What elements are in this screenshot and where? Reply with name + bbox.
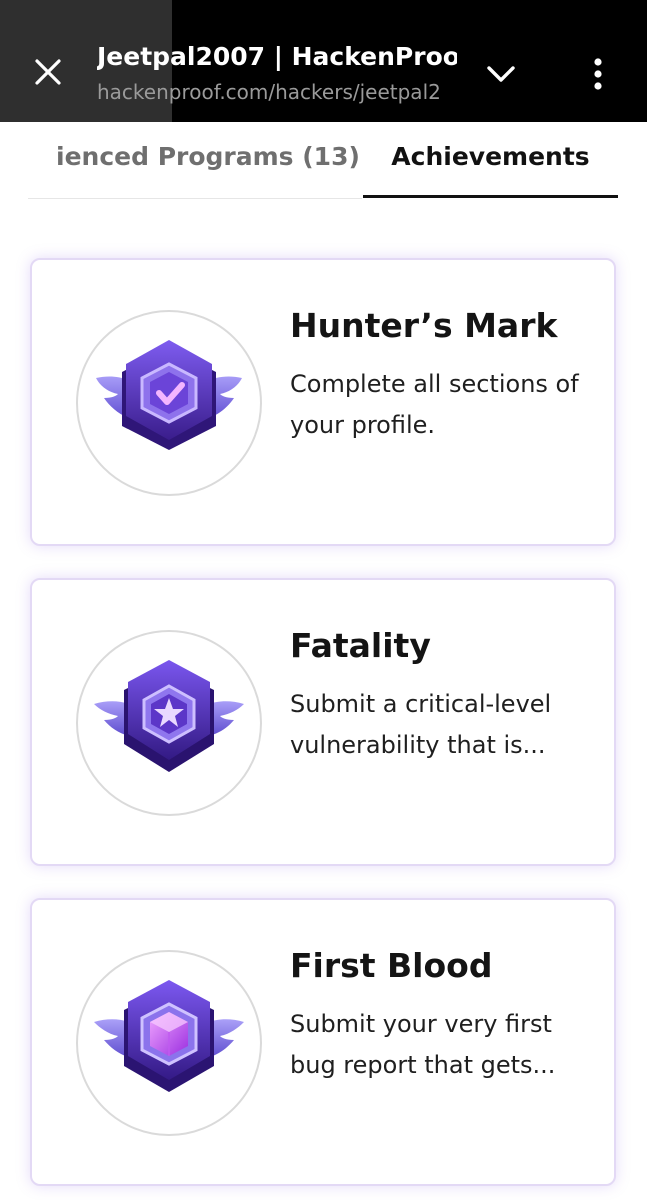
- achievement-title: Fatality: [290, 626, 431, 665]
- page-url[interactable]: hackenproof.com/hackers/jeetpal2: [97, 80, 453, 104]
- page-title: Jeetpal2007 | HackenProof: [97, 42, 457, 71]
- achievement-description: Complete all sections of your profile.: [290, 370, 579, 439]
- badge-container: [76, 310, 262, 496]
- checkmark-badge-icon: [96, 340, 242, 450]
- badge-container: [76, 950, 262, 1136]
- profile-tabs: ienced Programs (13) Achievements: [0, 122, 647, 200]
- achievement-card[interactable]: Hunter’s Mark Complete all sections of y…: [30, 258, 616, 546]
- tab-experienced-programs[interactable]: ienced Programs (13): [28, 142, 362, 199]
- achievement-title: Hunter’s Mark: [290, 306, 558, 345]
- badge-container: [76, 630, 262, 816]
- achievement-description: Submit your very first bug report that g…: [290, 1010, 556, 1079]
- tab-experienced-programs-label: ienced Programs (13): [56, 142, 360, 171]
- gem-badge-icon: [94, 980, 244, 1092]
- more-options-button[interactable]: [574, 48, 622, 100]
- browser-toolbar: Jeetpal2007 | HackenProof hackenproof.co…: [0, 0, 647, 122]
- collapse-button[interactable]: [478, 48, 524, 100]
- tab-achievements-label: Achievements: [391, 142, 590, 171]
- tab-achievements[interactable]: Achievements: [363, 142, 618, 198]
- close-button[interactable]: [22, 46, 74, 98]
- more-vertical-icon: [594, 58, 602, 90]
- achievement-card[interactable]: First Blood Submit your very first bug r…: [30, 898, 616, 1186]
- star-badge-icon: [94, 660, 244, 772]
- chevron-down-icon: [487, 66, 515, 82]
- achievement-description: Submit a critical-level vulnerability th…: [290, 690, 552, 759]
- achievement-title: First Blood: [290, 946, 493, 985]
- tab-clip: ienced Programs (13): [28, 122, 362, 200]
- close-icon: [35, 59, 61, 85]
- achievement-card[interactable]: Fatality Submit a critical-level vulnera…: [30, 578, 616, 866]
